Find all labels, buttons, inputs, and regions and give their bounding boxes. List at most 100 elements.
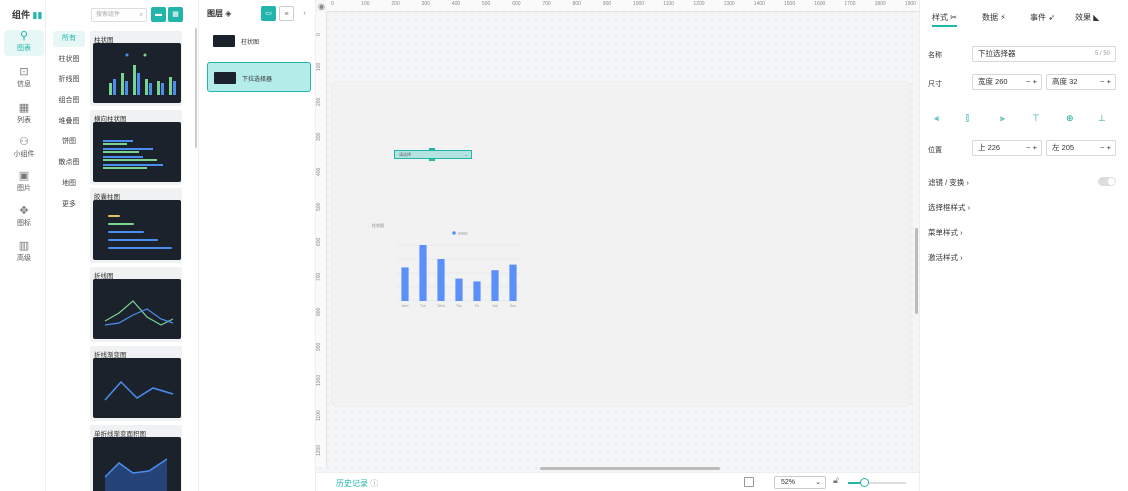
lock-icon[interactable]: 🔓︎ — [833, 475, 839, 486]
chart-bar — [509, 264, 517, 301]
ruler-tick-h: 400 — [451, 1, 461, 7]
stepper-controls[interactable]: − + — [1100, 75, 1111, 89]
align-vcenter-icon[interactable]: ⊕ — [1066, 113, 1074, 124]
card-view-button[interactable]: ▬ — [151, 7, 166, 22]
search-input[interactable]: 搜索组件 ⌕ — [91, 8, 147, 22]
ruler-tick-v: 200 — [316, 97, 322, 106]
section-active-style[interactable]: 激活样式 › — [928, 252, 963, 263]
rail-label: 列表 — [17, 117, 31, 124]
fit-screen-icon[interactable] — [744, 477, 754, 487]
x-tick-label: Mon — [402, 304, 409, 308]
x-tick-label: Sat — [492, 304, 497, 308]
bolt-icon: ⚡︎ — [1000, 13, 1006, 22]
section-label: 激活样式 — [928, 253, 958, 262]
category-all[interactable]: 所有 — [53, 31, 85, 47]
category-scatter[interactable]: 散点图 — [53, 155, 85, 171]
category-more[interactable]: 更多 — [53, 197, 85, 213]
category-map[interactable]: 地图 — [53, 176, 85, 192]
section-filter-transform[interactable]: 滤镜 / 变换 › — [928, 177, 969, 188]
rail-item-list[interactable]: ▦ 列表 — [4, 102, 44, 128]
section-menu-style[interactable]: 菜单样式 › — [928, 227, 963, 238]
x-tick-label: Thu — [456, 304, 462, 308]
eye-icon[interactable]: ◉ — [318, 2, 325, 11]
name-input[interactable]: 下拉选择器 5 / 50 — [972, 46, 1116, 62]
ruler-tick-h: 1400 — [753, 1, 765, 7]
chart-bar — [419, 245, 427, 301]
align-left-icon[interactable]: ⫷ — [934, 113, 939, 124]
resize-handle[interactable] — [429, 148, 435, 151]
search-icon: ⌕ — [139, 12, 143, 18]
layer-item-select[interactable]: 下拉选择器 — [207, 62, 311, 92]
category-line[interactable]: 折线图 — [53, 72, 85, 88]
tab-events[interactable]: 事件 ➶ — [1030, 12, 1055, 23]
zoom-select[interactable]: 52% ⌄ — [774, 476, 826, 489]
layer-view-thumb-button[interactable]: ▭ — [261, 6, 276, 21]
stepper-controls[interactable]: − + — [1026, 75, 1037, 89]
rail-item-info[interactable]: ⊡ 信息 — [4, 66, 44, 92]
ruler-tick-h: 0 — [331, 1, 334, 7]
height-stepper[interactable]: 高度 32 − + — [1046, 74, 1116, 90]
canvas-vertical-scrollbar[interactable] — [915, 228, 918, 314]
layer-view-list-button[interactable]: ≡ — [279, 6, 294, 21]
chevron-down-icon: ⌄ — [464, 152, 468, 157]
collapse-button[interactable]: ‹ — [297, 6, 312, 21]
advanced-icon: ▥ — [18, 240, 30, 252]
canvas-horizontal-scrollbar[interactable] — [540, 467, 720, 470]
tab-style[interactable]: 样式 ✂ — [932, 12, 957, 27]
rail-label: 信息 — [17, 81, 31, 88]
align-bottom-icon[interactable]: ⊥ — [1098, 113, 1106, 124]
thumb-card-line[interactable]: 折线图 — [90, 267, 182, 342]
rail-item-chart[interactable]: ⚲ 图表 — [4, 30, 44, 56]
width-stepper[interactable]: 宽度 260 − + — [972, 74, 1042, 90]
align-right-icon[interactable]: ⫸ — [1000, 113, 1005, 124]
ruler-tick-v: 1000 — [316, 374, 322, 386]
thumb-card-capsule[interactable]: 胶囊柱图 — [90, 188, 182, 263]
stepper-controls[interactable]: − + — [1026, 141, 1037, 155]
thumb-card-area[interactable]: 单折线渐变面积图 — [90, 425, 182, 491]
canvas-bar-chart[interactable]: 柱状图 data1 Mon Tue Wed Thu Fri Sat Sun — [370, 219, 530, 317]
tab-effects[interactable]: 效果 ◣ — [1075, 12, 1099, 23]
layer-label: 柱状图 — [241, 40, 260, 46]
chart-title: 柱状图 — [372, 222, 384, 228]
left-stepper[interactable]: 左 205 − + — [1046, 140, 1116, 156]
stepper-controls[interactable]: − + — [1100, 141, 1111, 155]
thumb-line-gradient-preview — [93, 358, 181, 418]
section-select-style[interactable]: 选择框样式 › — [928, 202, 970, 213]
resize-handle[interactable] — [429, 158, 435, 161]
category-pie[interactable]: 饼图 — [53, 134, 85, 150]
ruler-tick-v: 1100 — [316, 410, 322, 421]
thumb-card-bar[interactable]: 柱状图 — [90, 31, 182, 106]
thumb-card-line-gradient[interactable]: 折线渐变图 — [90, 346, 182, 421]
image-icon: ▣ — [18, 170, 30, 182]
ruler-tick-h: 500 — [482, 1, 491, 7]
thumb-card-hbar[interactable]: 横向柱状图 — [90, 110, 182, 185]
grid-view-button[interactable]: ▦ — [168, 7, 183, 22]
ruler-tick-h: 100 — [361, 1, 370, 7]
rail-item-image[interactable]: ▣ 图片 — [4, 170, 44, 196]
align-top-icon[interactable]: ⊤ — [1032, 113, 1040, 124]
artboard[interactable]: 请选择 ⌄ 柱状图 data1 Mon Tue Wed Thu Fri Sat Sun — [332, 82, 910, 406]
tab-data[interactable]: 数据 ⚡︎ — [982, 12, 1006, 23]
top-stepper[interactable]: 上 226 − + — [972, 140, 1042, 156]
rail-item-advanced[interactable]: ▥ 高级 — [4, 240, 44, 266]
grid-view-icon: ▦ — [172, 11, 179, 18]
thumb-capsule-preview — [93, 200, 181, 260]
x-tick-label: Fri — [475, 304, 479, 308]
history-button[interactable]: 历史记录 ⓘ — [336, 478, 378, 489]
dropdown-select-widget[interactable]: 请选择 ⌄ — [394, 148, 472, 161]
section-label: 选择框样式 — [928, 203, 966, 212]
filter-toggle[interactable] — [1098, 177, 1116, 186]
thumb-scrollbar[interactable] — [195, 28, 197, 148]
component-thumbnails: 搜索组件 ⌕ ▬ ▦ 柱状图 横向柱状图 胶囊柱图 折线图 折线渐变图 单折线渐变… — [86, 0, 198, 491]
layer-item-bar[interactable]: 柱状图 — [207, 28, 311, 54]
align-hcenter-icon[interactable]: ⫿ — [966, 113, 969, 124]
ruler-tick-h: 1900 — [904, 1, 916, 7]
zoom-slider-thumb[interactable] — [860, 478, 869, 487]
rail-item-widget[interactable]: ⚇ 小组件 — [4, 136, 44, 162]
category-combo[interactable]: 组合图 — [53, 93, 85, 109]
category-stack[interactable]: 堆叠图 — [53, 114, 85, 130]
rail-item-icons[interactable]: ✥ 图标 — [4, 205, 44, 231]
category-bar[interactable]: 柱状图 — [53, 52, 85, 68]
toggle-knob — [1108, 178, 1115, 185]
thumb-title: 横向柱状图 — [94, 116, 127, 123]
